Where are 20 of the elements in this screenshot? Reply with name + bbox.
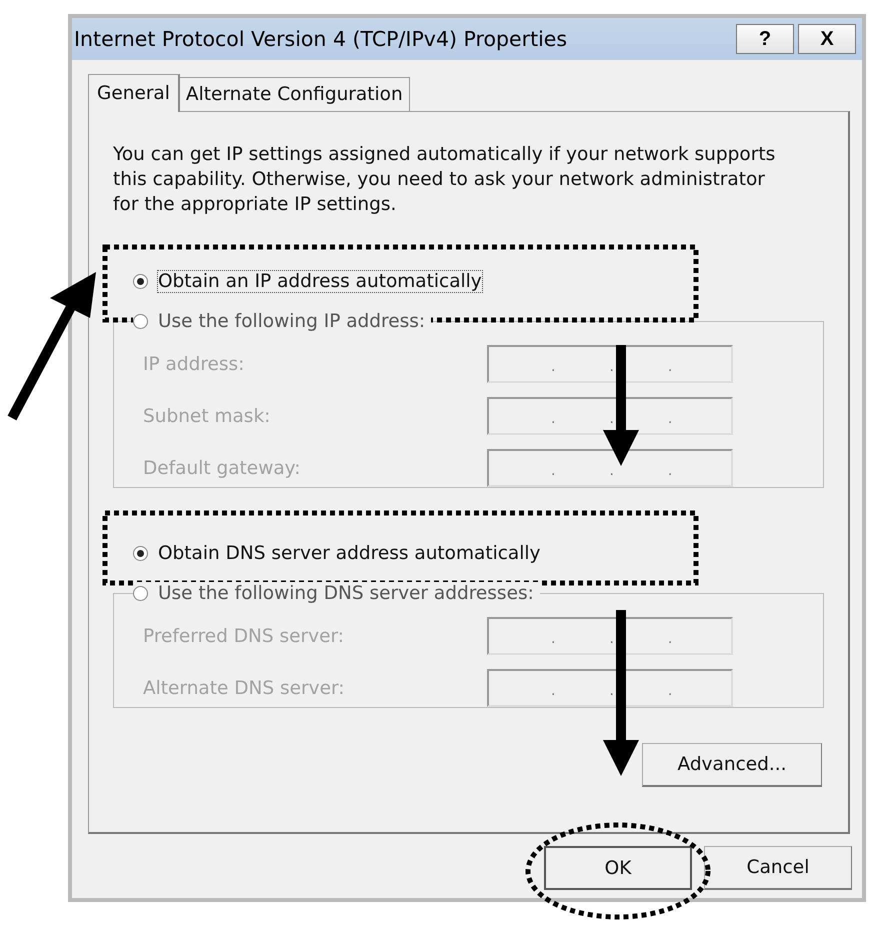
- field-label: Subnet mask:: [143, 406, 270, 426]
- dialog-button[interactable]: OK: [544, 846, 692, 890]
- advanced-button[interactable]: Advanced...: [642, 743, 822, 787]
- close-button[interactable]: X: [798, 24, 856, 54]
- window-title: Internet Protocol Version 4 (TCP/IPv4) Properties: [74, 27, 568, 51]
- radio-label[interactable]: Obtain DNS server address automatically: [158, 542, 540, 564]
- radio-button[interactable]: [133, 546, 148, 560]
- field-label: Alternate DNS server:: [143, 678, 344, 698]
- dialog-button[interactable]: Cancel: [704, 846, 852, 890]
- field-label: Preferred DNS server:: [143, 626, 344, 646]
- field-label: IP address:: [143, 354, 244, 374]
- intro-text: You can get IP settings assigned automatically if your network supports this capability. Otherwise, you need to ask your network administrator for the appropriate IP settings.: [113, 143, 776, 217]
- help-button[interactable]: ?: [736, 24, 794, 54]
- tab[interactable]: General: [88, 74, 180, 112]
- radio-label[interactable]: Obtain an IP address automatically: [158, 270, 482, 292]
- radio-button[interactable]: [133, 274, 148, 288]
- radio-button[interactable]: [133, 586, 148, 600]
- tab[interactable]: Alternate Configuration: [178, 77, 410, 111]
- radio-button[interactable]: [133, 314, 148, 328]
- field-label: Default gateway:: [143, 458, 300, 478]
